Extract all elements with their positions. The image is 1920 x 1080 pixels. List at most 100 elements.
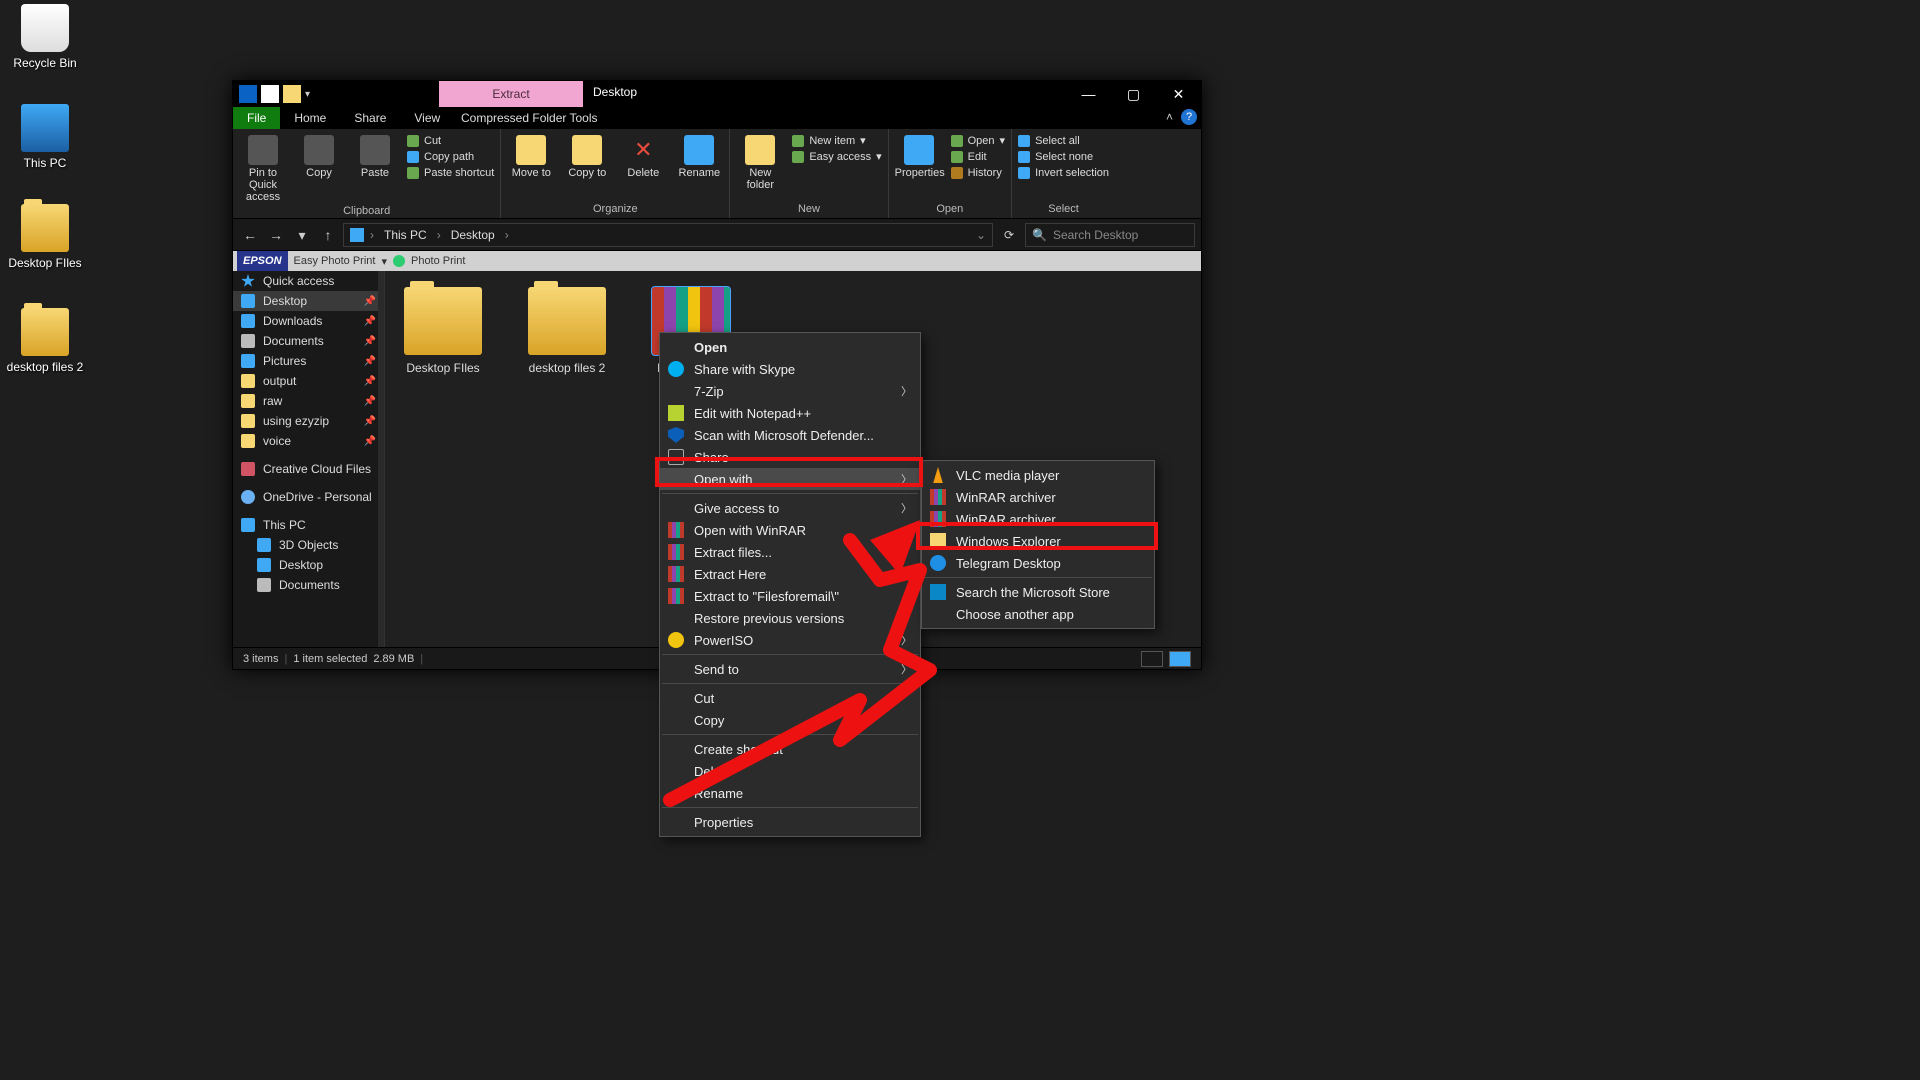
file-item-desktop-files-2[interactable]: desktop files 2	[517, 287, 617, 375]
new-folder-button[interactable]: New folder	[736, 133, 784, 191]
recent-dropdown-icon[interactable]: ▾	[291, 224, 313, 246]
menu-item-windows-explorer[interactable]: Windows Explorer	[922, 530, 1154, 552]
address-dropdown-icon[interactable]: ⌄	[976, 228, 986, 242]
menu-item-telegram-desktop[interactable]: Telegram Desktop	[922, 552, 1154, 574]
desktop-icon-desktop-files[interactable]: Desktop FIles	[6, 204, 84, 270]
sidebar-item-downloads[interactable]: Downloads 📌	[233, 311, 384, 331]
menu-item-extract-to-filesforemail-[interactable]: Extract to "Filesforemail\"	[660, 585, 920, 607]
desktop-icon-desktop-files-2[interactable]: desktop files 2	[6, 308, 84, 374]
qat-dropdown-icon[interactable]: ▾	[305, 89, 310, 100]
desktop-icon-recycle-bin[interactable]: Recycle Bin	[6, 4, 84, 70]
contextual-tab-extract[interactable]: Extract	[439, 81, 583, 107]
menu-item-extract-files-[interactable]: Extract files...	[660, 541, 920, 563]
select-none-button[interactable]: Select none	[1018, 149, 1109, 165]
menu-item-poweriso[interactable]: PowerISO〉	[660, 629, 920, 651]
scrollbar[interactable]	[378, 271, 384, 647]
menu-item-search-the-microsoft-store[interactable]: Search the Microsoft Store	[922, 581, 1154, 603]
paste-shortcut-button[interactable]: Paste shortcut	[407, 165, 494, 181]
edit-button[interactable]: Edit	[951, 149, 1005, 165]
invert-selection-button[interactable]: Invert selection	[1018, 165, 1109, 181]
menu-item-copy[interactable]: Copy	[660, 709, 920, 731]
menu-item-7-zip[interactable]: 7-Zip〉	[660, 380, 920, 402]
forward-button[interactable]: →	[265, 224, 287, 246]
qat-btn[interactable]	[261, 85, 279, 103]
ribbon-collapse-icon[interactable]: ˄	[1166, 110, 1173, 124]
tab-compressed-folder-tools[interactable]: Compressed Folder Tools	[451, 107, 608, 129]
qat-explorer-icon[interactable]	[239, 85, 257, 103]
menu-item-send-to[interactable]: Send to〉	[660, 658, 920, 680]
sidebar-item-desktop[interactable]: Desktop 📌	[233, 291, 384, 311]
menu-item-properties[interactable]: Properties	[660, 811, 920, 833]
sidebar-item-output[interactable]: output 📌	[233, 371, 384, 391]
file-item-desktop-files[interactable]: Desktop FIles	[393, 287, 493, 375]
qat-btn[interactable]	[283, 85, 301, 103]
copy-button[interactable]: Copy	[295, 133, 343, 203]
cut-button[interactable]: Cut	[407, 133, 494, 149]
sidebar-item-using-ezyzip[interactable]: using ezyzip 📌	[233, 411, 384, 431]
icons-view-button[interactable]	[1169, 651, 1191, 667]
tab-file[interactable]: File	[233, 107, 280, 129]
details-view-button[interactable]	[1141, 651, 1163, 667]
sidebar-item-pictures[interactable]: Pictures 📌	[233, 351, 384, 371]
sidebar-item-creative-cloud-files[interactable]: Creative Cloud Files	[233, 459, 384, 479]
menu-item-open[interactable]: Open	[660, 336, 920, 358]
menu-item-open-with-winrar[interactable]: Open with WinRAR	[660, 519, 920, 541]
new-item-button[interactable]: New item ▾	[792, 133, 881, 149]
close-button[interactable]: ✕	[1156, 81, 1201, 107]
sidebar-item-onedrive---personal[interactable]: OneDrive - Personal	[233, 487, 384, 507]
menu-item-edit-with-notepad-[interactable]: Edit with Notepad++	[660, 402, 920, 424]
menu-item-choose-another-app[interactable]: Choose another app	[922, 603, 1154, 625]
desktop-icon-this-pc[interactable]: This PC	[6, 104, 84, 170]
search-input[interactable]: 🔍 Search Desktop	[1025, 223, 1195, 247]
sidebar-item-documents[interactable]: Documents 📌	[233, 331, 384, 351]
menu-item-winrar-archiver[interactable]: WinRAR archiver	[922, 508, 1154, 530]
minimize-button[interactable]: —	[1066, 81, 1111, 107]
menu-item-delete[interactable]: Delete	[660, 760, 920, 782]
open-button[interactable]: Open ▾	[951, 133, 1005, 149]
back-button[interactable]: ←	[239, 224, 261, 246]
sidebar-item-3d-objects[interactable]: 3D Objects	[233, 535, 384, 555]
copy-to-button[interactable]: Copy to	[563, 133, 611, 179]
menu-item-restore-previous-versions[interactable]: Restore previous versions	[660, 607, 920, 629]
menu-item-share-with-skype[interactable]: Share with Skype	[660, 358, 920, 380]
tab-view[interactable]: View	[400, 107, 454, 129]
menu-item-open-with[interactable]: Open with〉	[660, 468, 920, 490]
sidebar-item-voice[interactable]: voice 📌	[233, 431, 384, 451]
photo-print-button[interactable]: Photo Print	[411, 255, 465, 267]
history-button[interactable]: History	[951, 165, 1005, 181]
help-icon[interactable]: ?	[1181, 109, 1197, 125]
easy-access-button[interactable]: Easy access ▾	[792, 149, 881, 165]
sidebar-item-desktop[interactable]: Desktop	[233, 555, 384, 575]
select-all-button[interactable]: Select all	[1018, 133, 1109, 149]
menu-item-cut[interactable]: Cut	[660, 687, 920, 709]
sidebar-item-documents[interactable]: Documents	[233, 575, 384, 595]
sidebar-item-quick-access[interactable]: Quick access	[233, 271, 384, 291]
menu-item-extract-here[interactable]: Extract Here	[660, 563, 920, 585]
address-bar[interactable]: › This PC › Desktop › ⌄	[343, 223, 993, 247]
menu-item-rename[interactable]: Rename	[660, 782, 920, 804]
menu-item-create-shortcut[interactable]: Create shortcut	[660, 738, 920, 760]
properties-button[interactable]: Properties	[895, 133, 943, 181]
sidebar-item-raw[interactable]: raw 📌	[233, 391, 384, 411]
delete-button[interactable]: Delete	[619, 133, 667, 179]
rename-button[interactable]: Rename	[675, 133, 723, 179]
tab-share[interactable]: Share	[340, 107, 400, 129]
tab-home[interactable]: Home	[280, 107, 340, 129]
up-button[interactable]: ↑	[317, 224, 339, 246]
paste-button[interactable]: Paste	[351, 133, 399, 203]
breadcrumb-segment[interactable]: This PC	[380, 228, 431, 242]
menu-item-winrar-archiver[interactable]: WinRAR archiver	[922, 486, 1154, 508]
easy-photo-print-button[interactable]: Easy Photo Print	[294, 255, 376, 267]
menu-item-share[interactable]: Share	[660, 446, 920, 468]
maximize-button[interactable]: ▢	[1111, 81, 1156, 107]
pin-to-quick-access-button[interactable]: Pin to Quick access	[239, 133, 287, 203]
move-to-button[interactable]: Move to	[507, 133, 555, 179]
navigation-pane[interactable]: Quick access Desktop 📌 Downloads 📌 Docum…	[233, 271, 385, 647]
menu-item-scan-with-microsoft-defender-[interactable]: Scan with Microsoft Defender...	[660, 424, 920, 446]
menu-item-vlc-media-player[interactable]: VLC media player	[922, 464, 1154, 486]
copy-path-button[interactable]: Copy path	[407, 149, 494, 165]
menu-item-give-access-to[interactable]: Give access to〉	[660, 497, 920, 519]
breadcrumb-segment[interactable]: Desktop	[447, 228, 499, 242]
sidebar-item-this-pc[interactable]: This PC	[233, 515, 384, 535]
refresh-button[interactable]: ⟳	[997, 228, 1021, 242]
